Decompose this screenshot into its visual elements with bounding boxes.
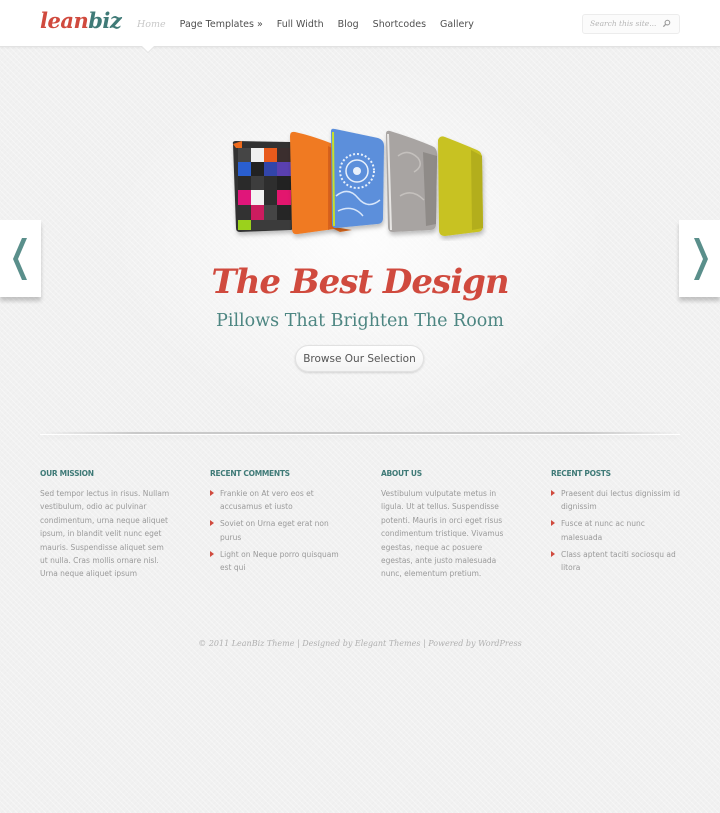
comment-text[interactable]: Soviet on Urna eget erat non purus xyxy=(220,519,329,541)
list-item[interactable]: Class aptent taciti sociosqu ad litora xyxy=(551,548,681,575)
footer-credits: © 2011 LeanBiz Theme | Designed by Elega… xyxy=(198,639,522,648)
comment-text[interactable]: Light on Neque porro quisquam est qui xyxy=(220,550,339,572)
main-nav: Home Page Templates » Full Width Blog Sh… xyxy=(137,19,488,30)
pillow-silver xyxy=(386,130,437,232)
bullet-icon xyxy=(210,490,214,496)
widget-recent-posts: Recent Posts Praesent dui lectus digniss… xyxy=(551,469,681,578)
slide-subtitle: Pillows That Brighten The Room xyxy=(216,311,504,331)
bullet-icon xyxy=(210,520,214,527)
recent-comments-list: Frankie on At vero eos et accusamus et i… xyxy=(210,487,340,574)
nav-item-home[interactable]: Home xyxy=(137,19,166,30)
widget-title: Recent Posts xyxy=(551,469,611,478)
widget-title: Our Mission xyxy=(40,469,94,478)
pillow-patchwork xyxy=(232,141,294,232)
post-link[interactable]: Fusce at nunc ac nunc malesuada xyxy=(561,519,645,541)
widget-recent-comments: Recent Comments Frankie on At vero eos e… xyxy=(210,469,340,578)
comment-text[interactable]: Frankie on At vero eos et accusamus et i… xyxy=(220,489,314,511)
search-box xyxy=(582,14,680,34)
widget-text: Vestibulum vulputate metus in ligula. Ut… xyxy=(381,489,504,579)
list-item[interactable]: Frankie on At vero eos et accusamus et i… xyxy=(210,487,340,514)
list-item[interactable]: Light on Neque porro quisquam est qui xyxy=(210,548,340,575)
bullet-icon xyxy=(551,550,555,557)
widget-title: Recent Comments xyxy=(210,469,290,478)
nav-item-blog[interactable]: Blog xyxy=(338,19,359,30)
nav-item-page-templates[interactable]: Page Templates » xyxy=(180,19,263,30)
list-item[interactable]: Fusce at nunc ac nunc malesuada xyxy=(551,517,681,544)
nav-item-full-width[interactable]: Full Width xyxy=(277,19,324,30)
post-link[interactable]: Class aptent taciti sociosqu ad litora xyxy=(561,550,676,572)
pillow-blue-floral xyxy=(331,128,384,228)
browse-selection-button[interactable]: Browse Our Selection xyxy=(295,345,424,372)
logo-part-biz: biz xyxy=(88,8,122,33)
widget-title: About Us xyxy=(381,469,422,478)
list-item[interactable]: Praesent dui lectus dignissim id digniss… xyxy=(551,487,681,514)
pillows-image xyxy=(232,128,483,236)
post-link[interactable]: Praesent dui lectus dignissim id digniss… xyxy=(561,489,680,511)
nav-item-gallery[interactable]: Gallery xyxy=(440,19,474,30)
section-divider xyxy=(40,432,680,434)
bullet-icon xyxy=(551,520,555,527)
slide-title: The Best Design xyxy=(211,262,509,302)
widget-our-mission: Our Mission Sed tempor lectus in risus. … xyxy=(40,469,170,581)
bullet-icon xyxy=(551,490,555,496)
active-nav-pointer xyxy=(142,46,154,52)
recent-posts-list: Praesent dui lectus dignissim id digniss… xyxy=(551,487,681,574)
pillow-chartreuse xyxy=(438,136,483,236)
site-header: leanbiz Home Page Templates » Full Width… xyxy=(0,0,720,47)
bullet-icon xyxy=(210,550,214,557)
list-item[interactable]: Soviet on Urna eget erat non purus xyxy=(210,517,340,544)
logo-part-lean: lean xyxy=(40,8,89,33)
widget-about-us: About Us Vestibulum vulputate metus in l… xyxy=(381,469,511,581)
widget-text: Sed tempor lectus in risus. Nullam vesti… xyxy=(40,489,170,579)
site-logo[interactable]: leanbiz xyxy=(40,8,122,33)
nav-item-shortcodes[interactable]: Shortcodes xyxy=(373,19,426,30)
search-icon[interactable] xyxy=(662,19,671,28)
search-input[interactable] xyxy=(590,19,660,28)
